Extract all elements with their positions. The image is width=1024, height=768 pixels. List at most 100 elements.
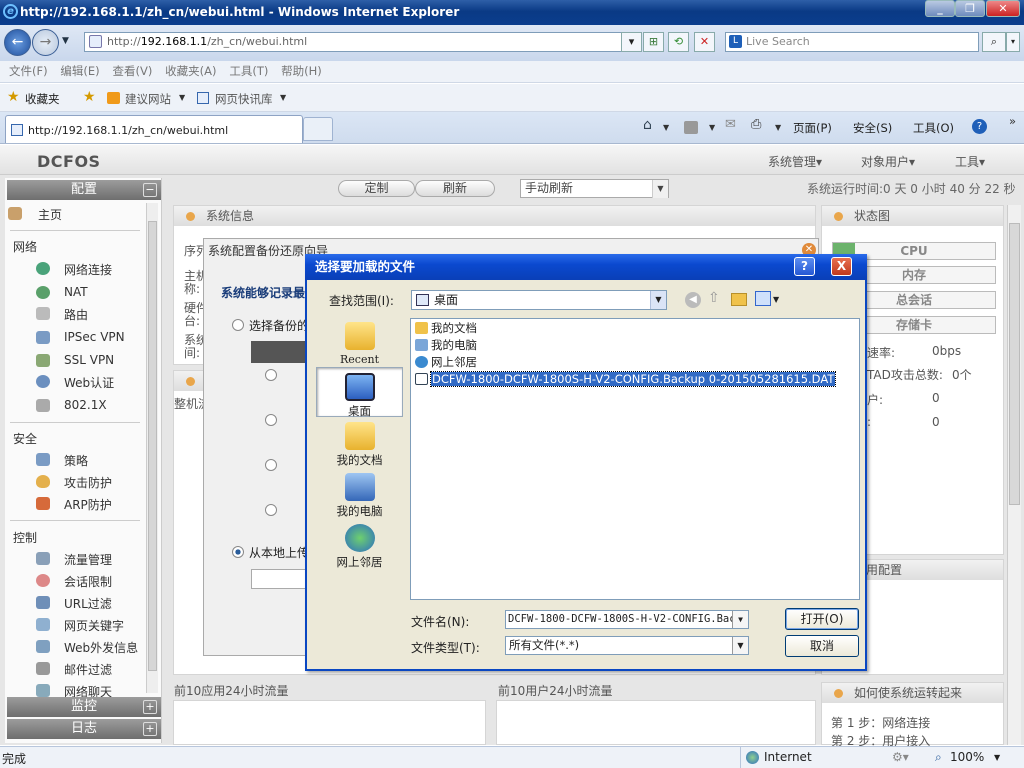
sidebar-item-home[interactable]: 主页 bbox=[8, 206, 62, 223]
stat-value[interactable]: 0个 bbox=[952, 366, 972, 383]
print-dropdown-icon[interactable]: ▼ bbox=[775, 123, 781, 132]
safety-menu[interactable]: 安全(S) bbox=[853, 120, 892, 136]
look-in-combo[interactable]: 桌面 ▼ bbox=[411, 290, 667, 310]
filename-input[interactable]: DCFW-1800-DCFW-1800S-H-V2-CONFIG.Backu ▼ bbox=[505, 610, 749, 629]
place-desktop[interactable]: 桌面 bbox=[316, 367, 403, 418]
list-item[interactable]: 我的文档 bbox=[415, 321, 477, 336]
home-dropdown-icon[interactable]: ▼ bbox=[663, 123, 669, 132]
sidebar-item-session-limit[interactable]: 会话限制 bbox=[36, 573, 112, 590]
stop-icon[interactable]: ✕ bbox=[694, 32, 715, 52]
sidebar-item-policy[interactable]: 策略 bbox=[36, 452, 88, 469]
compat-view-icon[interactable]: ⊞ bbox=[643, 32, 664, 52]
search-input[interactable]: L Live Search bbox=[725, 32, 979, 52]
feeds-dropdown-icon[interactable]: ▼ bbox=[709, 123, 715, 132]
howto-step-1[interactable]: 第 1 步：网络连接 bbox=[831, 714, 930, 731]
chevron-more-icon[interactable]: » bbox=[1009, 114, 1016, 128]
sidebar-item-web-outbound[interactable]: Web外发信息 bbox=[36, 639, 138, 656]
list-item[interactable]: 我的电脑 bbox=[415, 338, 477, 353]
address-input[interactable]: http://192.168.1.1/zh_cn/webui.html bbox=[84, 32, 637, 52]
collapse-icon[interactable]: − bbox=[143, 183, 157, 197]
add-favorite-icon[interactable]: ★ bbox=[83, 89, 96, 105]
sidebar-item-url-filter[interactable]: URL过滤 bbox=[36, 595, 112, 612]
new-folder-icon[interactable] bbox=[731, 293, 747, 306]
sidebar-item-ssl-vpn[interactable]: SSL VPN bbox=[36, 353, 114, 367]
sidebar-item-8021x[interactable]: 802.1X bbox=[36, 398, 107, 412]
new-tab-button[interactable] bbox=[303, 117, 333, 141]
sidebar-item-web-keyword[interactable]: 网页关键字 bbox=[36, 617, 124, 634]
sidebar-item-arp-defense[interactable]: ARP防护 bbox=[36, 496, 112, 513]
menu-edit[interactable]: 编辑(E) bbox=[60, 61, 99, 82]
webslice-dropdown-icon[interactable]: ▼ bbox=[280, 93, 286, 102]
minimize-button[interactable]: _ bbox=[925, 0, 955, 17]
zoom-level[interactable]: 100% bbox=[950, 750, 984, 764]
place-recent[interactable]: Recent bbox=[316, 322, 403, 366]
page-scrollbar[interactable] bbox=[1007, 205, 1021, 745]
filetype-select[interactable]: 所有文件(*.*) ▼ bbox=[505, 636, 749, 655]
refresh-icon[interactable]: ⟲ bbox=[668, 32, 689, 52]
menu-tools-app[interactable]: 工具▾ bbox=[955, 153, 985, 170]
tools-menu[interactable]: 工具(O) bbox=[913, 120, 954, 136]
search-icon[interactable]: ⌕ bbox=[982, 32, 1006, 52]
list-item-selected[interactable]: DCFW-1800-DCFW-1800S-H-V2-CONFIG.Backup … bbox=[415, 371, 837, 387]
sidebar-log-header[interactable]: 日志 + bbox=[7, 719, 161, 739]
radio-upload-local[interactable] bbox=[232, 546, 244, 558]
backup-row-radio[interactable] bbox=[265, 369, 277, 381]
dialog-help-button[interactable]: ? bbox=[794, 257, 815, 276]
page-menu[interactable]: 页面(P) bbox=[793, 120, 832, 136]
forward-button[interactable]: → bbox=[32, 29, 59, 56]
menu-system-admin[interactable]: 系统管理▾ bbox=[768, 153, 822, 170]
view-dropdown-icon[interactable]: ▼ bbox=[773, 295, 779, 304]
sidebar-monitor-header[interactable]: 监控 + bbox=[7, 697, 161, 717]
maximize-button[interactable]: ❐ bbox=[955, 0, 985, 17]
sidebar-config-header[interactable]: 配置 − bbox=[7, 180, 161, 200]
backup-row-radio[interactable] bbox=[265, 459, 277, 471]
read-mail-icon[interactable]: ✉ bbox=[725, 117, 736, 132]
upload-path-input[interactable] bbox=[251, 569, 311, 589]
help-icon[interactable]: ? bbox=[972, 119, 987, 134]
sidebar-item-mail-filter[interactable]: 邮件过滤 bbox=[36, 661, 112, 678]
open-button[interactable]: 打开(O) bbox=[785, 608, 859, 630]
webslice-gallery-link[interactable]: 网页快讯库 bbox=[215, 91, 273, 107]
window-close-button[interactable]: ✕ bbox=[986, 0, 1020, 17]
expand-icon[interactable]: + bbox=[143, 700, 157, 714]
place-my-documents[interactable]: 我的文档 bbox=[316, 422, 403, 468]
back-icon[interactable]: ◀ bbox=[685, 292, 701, 308]
menu-tools[interactable]: 工具(T) bbox=[229, 61, 268, 82]
suggested-sites-link[interactable]: 建议网站 bbox=[125, 91, 171, 107]
dialog-close-button[interactable]: X bbox=[831, 257, 852, 276]
stat-value[interactable]: 0bps bbox=[932, 344, 961, 358]
list-item[interactable]: 网上邻居 bbox=[415, 355, 477, 370]
sidebar-scroll-thumb[interactable] bbox=[148, 221, 157, 671]
sidebar-item-attack-defense[interactable]: 攻击防护 bbox=[36, 474, 112, 491]
cancel-button[interactable]: 取消 bbox=[785, 635, 859, 657]
home-icon[interactable]: ⌂ bbox=[643, 117, 652, 133]
sidebar-item-web-auth[interactable]: Web认证 bbox=[36, 374, 114, 391]
up-folder-icon[interactable]: ⇧ bbox=[708, 290, 720, 306]
protected-mode-icon[interactable]: ⚙▾ bbox=[892, 750, 909, 764]
browser-tab-active[interactable]: http://192.168.1.1/zh_cn/webui.html bbox=[5, 115, 303, 143]
backup-row-radio[interactable] bbox=[265, 414, 277, 426]
print-icon[interactable]: ⎙ bbox=[751, 117, 761, 132]
menu-help[interactable]: 帮助(H) bbox=[281, 61, 322, 82]
history-dropdown-icon[interactable]: ▼ bbox=[62, 36, 69, 46]
back-button[interactable]: ← bbox=[4, 29, 31, 56]
backup-row-radio[interactable] bbox=[265, 504, 277, 516]
customize-button[interactable]: 定制 bbox=[338, 180, 415, 197]
sidebar-scrollbar[interactable] bbox=[146, 203, 158, 693]
menu-view[interactable]: 查看(V) bbox=[113, 61, 153, 82]
suggested-dropdown-icon[interactable]: ▼ bbox=[179, 93, 185, 102]
expand-icon[interactable]: + bbox=[143, 722, 157, 736]
refresh-mode-select[interactable]: 手动刷新 ▼ bbox=[520, 179, 669, 198]
menu-favorites[interactable]: 收藏夹(A) bbox=[165, 61, 216, 82]
favorites-button[interactable]: 收藏夹 bbox=[25, 91, 60, 107]
sidebar-item-routing[interactable]: 路由 bbox=[36, 306, 88, 323]
sidebar-item-traffic-mgmt[interactable]: 流量管理 bbox=[36, 551, 112, 568]
zoom-dropdown-icon[interactable]: ▼ bbox=[994, 753, 1000, 762]
sidebar-item-ipsec-vpn[interactable]: IPSec VPN bbox=[36, 330, 125, 344]
sidebar-item-network-connection[interactable]: 网络连接 bbox=[36, 261, 112, 278]
place-my-computer[interactable]: 我的电脑 bbox=[316, 473, 403, 519]
menu-file[interactable]: 文件(F) bbox=[9, 61, 48, 82]
search-options-icon[interactable]: ▾ bbox=[1006, 32, 1020, 52]
feeds-icon[interactable] bbox=[684, 121, 698, 134]
radio-select-backup[interactable] bbox=[232, 319, 244, 331]
